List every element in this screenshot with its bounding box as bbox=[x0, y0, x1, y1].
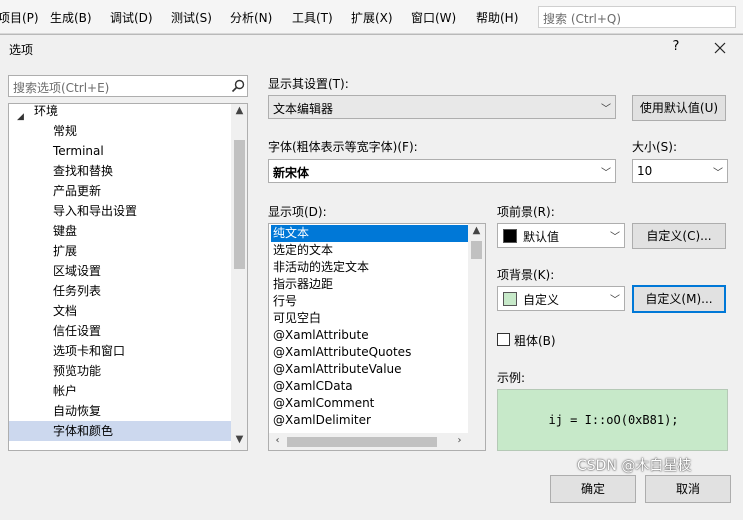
foreground-swatch bbox=[503, 229, 517, 243]
menu-item-build[interactable]: 生成(B) bbox=[50, 9, 92, 26]
chevron-down-icon[interactable]: ﹀ bbox=[601, 100, 611, 115]
sample-preview: ij = I::oO(0xB81); bbox=[497, 389, 728, 451]
menu-item-help[interactable]: 帮助(H) bbox=[476, 9, 518, 26]
scroll-right-icon[interactable]: › bbox=[451, 435, 468, 446]
tree-item-label: 环境 bbox=[34, 104, 59, 118]
chevron-down-icon[interactable]: ﹀ bbox=[713, 164, 723, 179]
scroll-up-icon[interactable]: ▲ bbox=[231, 105, 247, 116]
close-icon bbox=[714, 42, 726, 54]
menu-item-extensions[interactable]: 扩展(X) bbox=[351, 9, 393, 26]
watermark-text: CSDN @木白星枝 bbox=[577, 458, 692, 474]
background-swatch bbox=[503, 292, 517, 306]
list-item[interactable]: @XamlAttributeValue bbox=[271, 361, 468, 378]
custom-foreground-button[interactable]: 自定义(C)... bbox=[632, 223, 726, 249]
quick-search-input[interactable]: 搜索 (Ctrl+Q) bbox=[538, 6, 736, 28]
bold-label: 粗体(B) bbox=[514, 334, 556, 348]
sample-text: ij = I::oO(0xB81); bbox=[548, 413, 679, 427]
help-button[interactable]: ? bbox=[668, 39, 684, 57]
list-item[interactable]: @XamlComment bbox=[271, 395, 468, 412]
tree-scrollbar[interactable]: ▲ ▼ bbox=[231, 104, 247, 450]
tree-item-selected[interactable]: 字体和颜色 bbox=[9, 421, 231, 441]
show-settings-for-value: 文本编辑器 bbox=[273, 102, 334, 116]
tree-item[interactable]: 产品更新 bbox=[9, 181, 231, 201]
font-combo[interactable]: 新宋体 ﹀ bbox=[268, 159, 616, 183]
tree-item[interactable]: 帐户 bbox=[9, 381, 231, 401]
list-vertical-scrollbar[interactable]: ▲ bbox=[468, 224, 485, 434]
list-item[interactable]: 非活动的选定文本 bbox=[271, 259, 468, 276]
foreground-combo[interactable]: 默认值 ﹀ bbox=[497, 223, 625, 248]
quick-search-placeholder: 搜索 (Ctrl+Q) bbox=[543, 12, 622, 26]
tree-item[interactable]: 文档 bbox=[9, 301, 231, 321]
list-item[interactable]: @XamlAttributeQuotes bbox=[271, 344, 468, 361]
foreground-label: 项前景(R): bbox=[497, 205, 555, 219]
scroll-up-icon[interactable]: ▲ bbox=[468, 225, 485, 236]
list-item[interactable]: @XamlDelimiter bbox=[271, 412, 468, 429]
background-label: 项背景(K): bbox=[497, 268, 555, 282]
tree-item[interactable]: 信任设置 bbox=[9, 321, 231, 341]
size-label: 大小(S): bbox=[632, 140, 678, 154]
background-value: 自定义 bbox=[523, 293, 560, 307]
foreground-value: 默认值 bbox=[523, 230, 560, 244]
show-settings-for-label: 显示其设置(T): bbox=[268, 77, 349, 91]
list-item-selected[interactable]: 纯文本 bbox=[271, 225, 468, 242]
close-button[interactable] bbox=[708, 36, 732, 60]
list-item[interactable]: 指示器边距 bbox=[271, 276, 468, 293]
tree-item[interactable]: 常规 bbox=[9, 121, 231, 141]
size-value: 10 bbox=[637, 164, 653, 178]
tree-item[interactable]: 自动恢复 bbox=[9, 401, 231, 421]
search-icon[interactable] bbox=[231, 79, 245, 93]
background-combo[interactable]: 自定义 ﹀ bbox=[497, 286, 625, 311]
tree-item[interactable]: Terminal bbox=[9, 141, 231, 161]
options-search-input[interactable]: 搜索选项(Ctrl+E) bbox=[8, 75, 248, 97]
show-settings-for-combo[interactable]: 文本编辑器 ﹀ bbox=[268, 95, 616, 119]
menu-item-analyze[interactable]: 分析(N) bbox=[230, 9, 272, 26]
size-combo[interactable]: 10 ﹀ bbox=[632, 159, 728, 183]
custom-background-button[interactable]: 自定义(M)... bbox=[632, 285, 726, 313]
font-label: 字体(粗体表示等宽字体)(F): bbox=[268, 140, 418, 154]
scroll-left-icon[interactable]: ‹ bbox=[269, 435, 286, 446]
display-items-list[interactable]: 纯文本 选定的文本 非活动的选定文本 指示器边距 行号 可见空白 @XamlAt… bbox=[268, 223, 486, 451]
tree-item[interactable]: 选项卡和窗口 bbox=[9, 341, 231, 361]
chevron-down-icon[interactable]: ﹀ bbox=[601, 164, 611, 179]
sample-label: 示例: bbox=[497, 371, 526, 385]
menu-bar: 项目(P) 生成(B) 调试(D) 测试(S) 分析(N) 工具(T) 扩展(X… bbox=[0, 0, 743, 34]
list-item[interactable]: @XamlAttribute bbox=[271, 327, 468, 344]
options-tree[interactable]: ◢ 环境 常规 Terminal 查找和替换 产品更新 导入和导出设置 键盘 扩… bbox=[8, 103, 248, 451]
tree-item-environment[interactable]: ◢ 环境 bbox=[9, 104, 231, 122]
use-defaults-button[interactable]: 使用默认值(U) bbox=[632, 95, 726, 121]
tree-item[interactable]: 任务列表 bbox=[9, 281, 231, 301]
tree-scroll-thumb[interactable] bbox=[234, 140, 245, 269]
list-item[interactable]: 行号 bbox=[271, 293, 468, 310]
display-items-label: 显示项(D): bbox=[268, 205, 327, 219]
options-search-placeholder: 搜索选项(Ctrl+E) bbox=[13, 81, 110, 95]
list-scroll-thumb[interactable] bbox=[471, 241, 482, 259]
scroll-down-icon[interactable]: ▼ bbox=[231, 434, 247, 445]
tree-item[interactable]: 查找和替换 bbox=[9, 161, 231, 181]
menu-item-window[interactable]: 窗口(W) bbox=[411, 9, 456, 26]
tree-item[interactable]: 区域设置 bbox=[9, 261, 231, 281]
ok-button[interactable]: 确定 bbox=[550, 475, 636, 503]
list-horizontal-scrollbar[interactable]: ‹ › bbox=[269, 433, 485, 450]
options-dialog: 选项 ? 搜索选项(Ctrl+E) ◢ 环境 常规 Terminal 查找和替换… bbox=[0, 34, 743, 520]
chevron-down-icon[interactable]: ﹀ bbox=[610, 291, 620, 306]
menu-item-project[interactable]: 项目(P) bbox=[0, 9, 39, 26]
tree-item[interactable]: 键盘 bbox=[9, 221, 231, 241]
font-value: 新宋体 bbox=[273, 166, 310, 180]
dialog-title: 选项 bbox=[9, 43, 34, 57]
cancel-button[interactable]: 取消 bbox=[645, 475, 731, 503]
tree-item[interactable]: 预览功能 bbox=[9, 361, 231, 381]
tree-item[interactable]: 扩展 bbox=[9, 241, 231, 261]
menu-item-tools[interactable]: 工具(T) bbox=[292, 9, 333, 26]
tree-item[interactable]: 导入和导出设置 bbox=[9, 201, 231, 221]
list-item[interactable]: @XamlCData bbox=[271, 378, 468, 395]
menu-item-debug[interactable]: 调试(D) bbox=[110, 9, 153, 26]
list-item[interactable]: 选定的文本 bbox=[271, 242, 468, 259]
list-hscroll-thumb[interactable] bbox=[287, 437, 437, 447]
list-item[interactable]: 可见空白 bbox=[271, 310, 468, 327]
bold-checkbox[interactable] bbox=[497, 333, 510, 346]
menu-item-test[interactable]: 测试(S) bbox=[171, 9, 212, 26]
chevron-down-icon[interactable]: ﹀ bbox=[610, 228, 620, 243]
